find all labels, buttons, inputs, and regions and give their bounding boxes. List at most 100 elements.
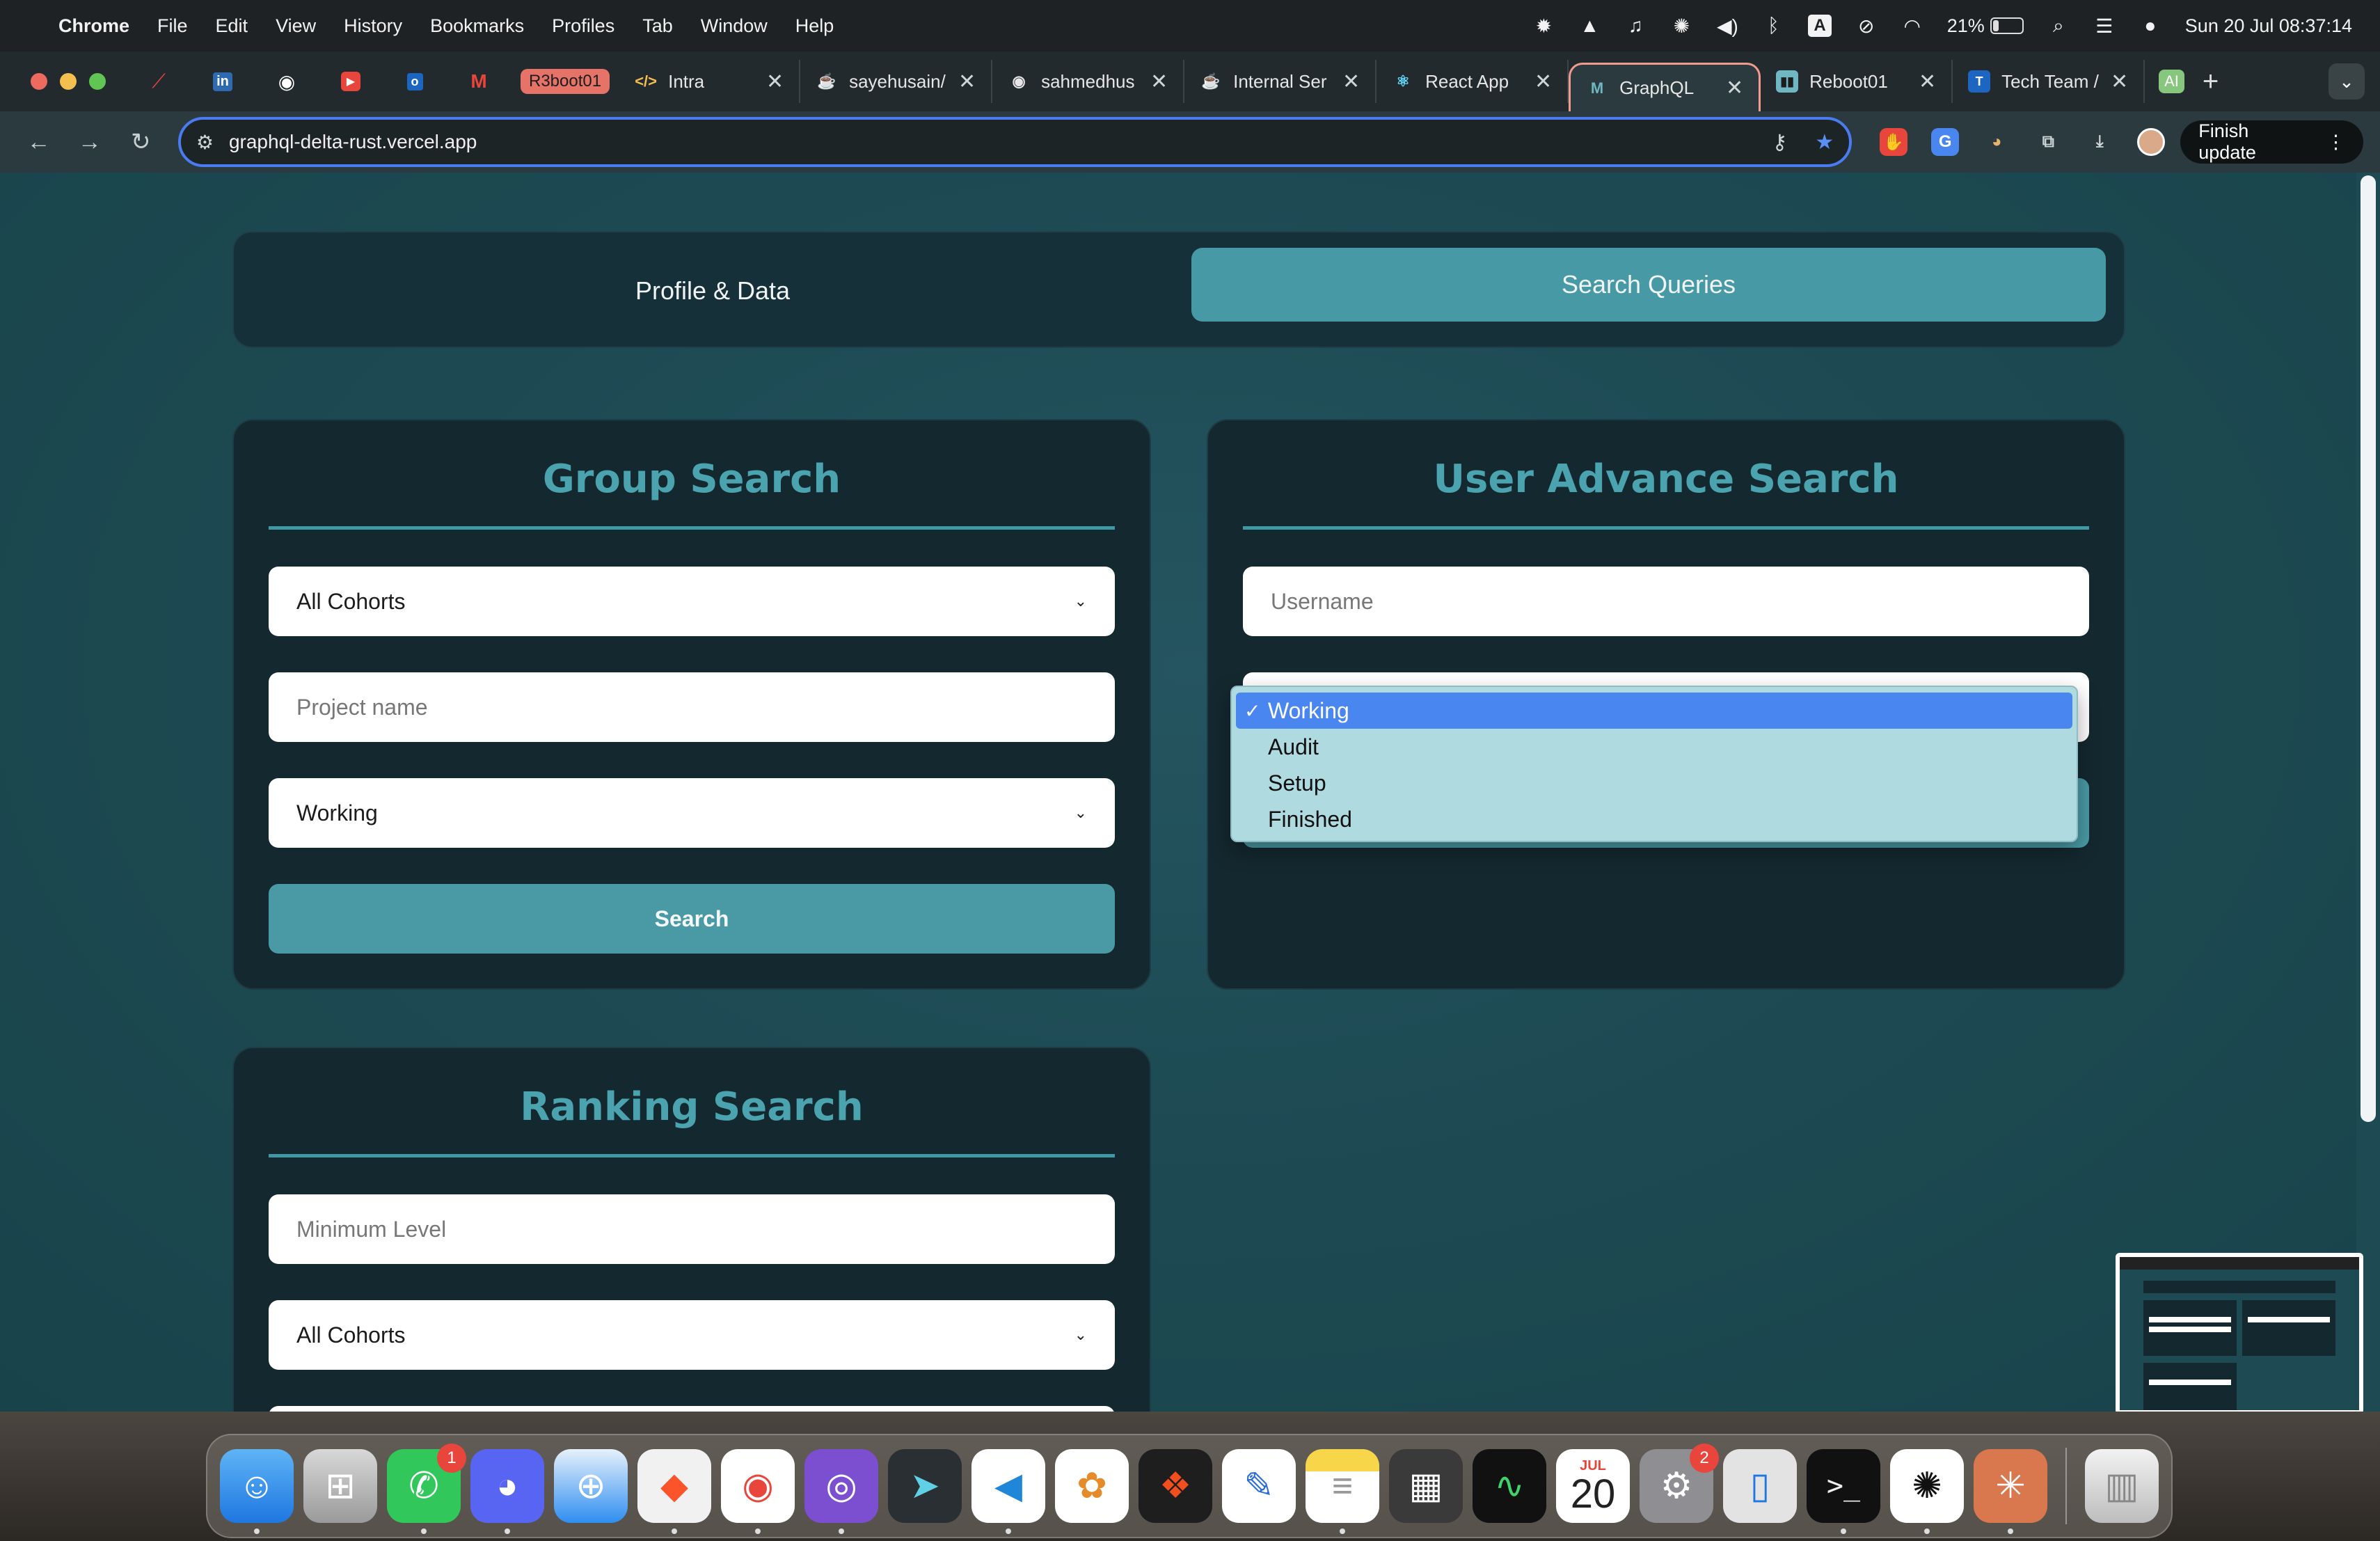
- pinned-tab-gmail[interactable]: M: [447, 61, 511, 102]
- pinned-tab-outlook[interactable]: o: [383, 61, 447, 102]
- forward-icon[interactable]: →: [68, 120, 111, 164]
- menu-bookmarks[interactable]: Bookmarks: [430, 15, 524, 37]
- close-tab-icon[interactable]: ✕: [2111, 70, 2128, 94]
- menu-view[interactable]: View: [276, 15, 316, 37]
- system-settings-icon[interactable]: ⚙ 2: [1640, 1444, 1719, 1523]
- screenshot-thumbnail[interactable]: [2116, 1253, 2363, 1414]
- photos-icon[interactable]: ✿: [1055, 1449, 1129, 1523]
- option-finished[interactable]: Finished: [1236, 801, 2072, 837]
- adblock-extension-icon[interactable]: ✋: [1880, 128, 1908, 156]
- menu-window[interactable]: Window: [701, 15, 768, 37]
- group-status-select[interactable]: Working ⌄: [269, 778, 1115, 848]
- activity-monitor-icon[interactable]: ∿: [1473, 1449, 1546, 1523]
- close-tab-icon[interactable]: ✕: [1919, 70, 1936, 94]
- option-setup[interactable]: Setup: [1236, 765, 2072, 801]
- reload-icon[interactable]: ↻: [119, 120, 163, 164]
- bookmark-star-icon[interactable]: ★: [1815, 130, 1834, 155]
- calendar-icon[interactable]: JUL 20: [1556, 1449, 1630, 1523]
- tab-reboot01[interactable]: ▮▮ Reboot01 ✕: [1761, 60, 1953, 103]
- more-vert-icon[interactable]: ⋮: [2326, 132, 2345, 153]
- ranking-cohort-select[interactable]: All Cohorts ⌄: [269, 1300, 1115, 1370]
- cookie-extension-icon[interactable]: ◕: [1983, 128, 2010, 156]
- minimum-level-input[interactable]: Minimum Level: [269, 1194, 1115, 1264]
- tab-tech-team[interactable]: T Tech Team / ✕: [1953, 60, 2145, 103]
- minimize-window-button[interactable]: [60, 73, 77, 90]
- close-tab-icon[interactable]: ✕: [766, 70, 784, 94]
- tab-sahmedhus[interactable]: ◉ sahmedhus ✕: [992, 60, 1185, 103]
- menu-tab[interactable]: Tab: [642, 15, 673, 37]
- drive-icon[interactable]: ▲: [1578, 15, 1601, 37]
- calculator-icon[interactable]: ▦: [1389, 1449, 1463, 1523]
- iphone-mirroring-icon[interactable]: ▯: [1723, 1449, 1797, 1523]
- discord-icon[interactable]: ◕: [470, 1449, 544, 1534]
- openai-status-icon[interactable]: ✺: [1670, 15, 1692, 37]
- translate-extension-icon[interactable]: G: [1931, 128, 1960, 156]
- whatsapp-icon[interactable]: ✆ 1: [387, 1444, 466, 1534]
- tab-graphql[interactable]: M GraphQL ✕: [1569, 63, 1761, 111]
- tab-profile-data[interactable]: Profile & Data: [234, 232, 1191, 349]
- finish-update-button[interactable]: Finish update ⋮: [2180, 120, 2363, 164]
- chevron-down-icon[interactable]: ⌄: [2329, 63, 2365, 100]
- site-info-icon[interactable]: ⚙: [196, 131, 214, 154]
- menu-profiles[interactable]: Profiles: [552, 15, 614, 37]
- close-tab-icon[interactable]: ✕: [1150, 70, 1168, 94]
- bluetooth-icon[interactable]: ᛒ: [1762, 15, 1784, 37]
- url-text[interactable]: graphql-delta-rust.vercel.app: [229, 131, 477, 153]
- sun-icon[interactable]: ✹: [1532, 15, 1555, 37]
- scrollbar-thumb[interactable]: [2361, 175, 2376, 1122]
- freeform-icon[interactable]: ✎: [1222, 1449, 1296, 1523]
- volume-icon[interactable]: ◀︎): [1716, 15, 1738, 37]
- launchpad-icon[interactable]: ⊞: [303, 1449, 377, 1523]
- finder-icon[interactable]: ☺: [220, 1449, 294, 1534]
- profile-avatar[interactable]: [2137, 128, 2166, 156]
- group-cohort-select[interactable]: All Cohorts ⌄: [269, 567, 1115, 636]
- close-tab-icon[interactable]: ✕: [958, 70, 976, 94]
- new-tab-icon[interactable]: +: [2203, 66, 2219, 97]
- menu-edit[interactable]: Edit: [216, 15, 248, 37]
- ai-tab-chip[interactable]: AI: [2159, 70, 2184, 93]
- chatgpt-icon[interactable]: ✺: [1890, 1449, 1964, 1534]
- close-tab-icon[interactable]: ✕: [1342, 70, 1360, 94]
- menu-app-name[interactable]: Chrome: [58, 15, 129, 37]
- menu-history[interactable]: History: [344, 15, 402, 37]
- tab-intra[interactable]: </> Intra ✕: [619, 60, 801, 103]
- ranking-extra-field[interactable]: [269, 1406, 1115, 1412]
- brave-icon[interactable]: ◆: [637, 1449, 711, 1534]
- tab-group-label[interactable]: R3boot01: [521, 69, 610, 94]
- close-window-button[interactable]: [31, 73, 47, 90]
- trash-icon[interactable]: ▥: [2085, 1449, 2159, 1523]
- pinned-tab-youtube[interactable]: ▶: [319, 61, 383, 102]
- back-icon[interactable]: ←: [17, 120, 61, 164]
- control-center-icon[interactable]: ☰: [2093, 15, 2116, 37]
- tab-react-app[interactable]: ⚛ React App ✕: [1377, 60, 1569, 103]
- option-audit[interactable]: Audit: [1236, 729, 2072, 765]
- pinned-tab-linkedin[interactable]: in: [191, 61, 255, 102]
- close-tab-icon[interactable]: ✕: [1534, 70, 1552, 94]
- password-key-icon[interactable]: ⚷: [1772, 130, 1787, 155]
- address-bar[interactable]: ⚙ graphql-delta-rust.vercel.app ⚷ ★: [177, 117, 1853, 167]
- tab-search-queries[interactable]: Search Queries: [1191, 248, 2106, 322]
- zoom-window-button[interactable]: [89, 73, 106, 90]
- username-input[interactable]: Username: [1243, 567, 2089, 636]
- menubar-clock[interactable]: Sun 20 Jul 08:37:14: [2185, 15, 2352, 37]
- safari-icon[interactable]: ⊕: [554, 1449, 628, 1523]
- menu-help[interactable]: Help: [795, 15, 834, 37]
- pinned-tab-github[interactable]: ◉: [255, 61, 319, 102]
- page-scrollbar[interactable]: [2356, 173, 2380, 1412]
- spotlight-search-icon[interactable]: ⌕: [2047, 15, 2070, 37]
- wifi-icon[interactable]: ◠: [1901, 15, 1923, 37]
- pinned-tab-feather[interactable]: ⟋: [127, 61, 191, 102]
- tab-sayehusain[interactable]: ☕ sayehusain/ ✕: [800, 60, 993, 103]
- input-source-badge[interactable]: A: [1808, 15, 1832, 37]
- figma-icon[interactable]: ❖: [1139, 1449, 1212, 1523]
- group-search-button[interactable]: Search: [269, 884, 1115, 954]
- puzzle-extensions-icon[interactable]: ⧉: [2034, 128, 2062, 156]
- vscode-icon[interactable]: ◀: [971, 1449, 1045, 1534]
- close-tab-icon[interactable]: ✕: [1726, 76, 1743, 100]
- tab-internal-ser[interactable]: ☕ Internal Ser ✕: [1184, 60, 1377, 103]
- siri-icon[interactable]: ●: [2139, 15, 2161, 37]
- terminal-icon[interactable]: >_: [1807, 1449, 1880, 1534]
- battery-indicator[interactable]: 21%: [1947, 15, 2024, 37]
- menu-file[interactable]: File: [157, 15, 188, 37]
- download-icon[interactable]: ⤓: [2086, 128, 2113, 156]
